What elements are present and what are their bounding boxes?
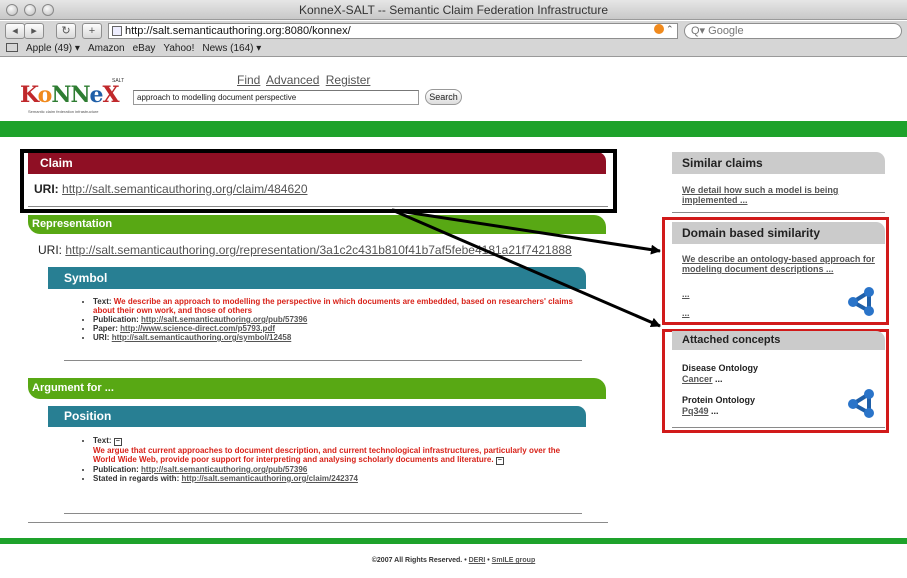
concept-1-name: Disease Ontology — [682, 363, 759, 373]
representation-uri-label: URI: — [38, 243, 62, 257]
footer: ©2007 All Rights Reserved. • DERI • SmIL… — [0, 557, 907, 564]
address-bar[interactable]: http://salt.semanticauthoring.org:8080/k… — [108, 23, 678, 39]
symbol-paper-link[interactable]: http://www.science-direct.com/p5793.pdf — [120, 324, 275, 333]
address-text: http://salt.semanticauthoring.org:8080/k… — [125, 25, 351, 37]
symbol-uri-item: URI: http://salt.semanticauthoring.org/s… — [93, 333, 583, 342]
position-text-item: Text: −We argue that current approaches … — [93, 436, 583, 465]
position-text: We argue that current approaches to docu… — [93, 446, 561, 464]
search-icon: Q▾ — [691, 25, 709, 37]
logo-tagline: Semantic claim federation infrastructure — [28, 109, 99, 114]
bookmark-yahoo[interactable]: Yahoo! — [163, 43, 194, 54]
similar-claim-link[interactable]: We detail how such a model is being impl… — [682, 185, 882, 205]
position-regards-label: Stated in regards with: — [93, 474, 180, 483]
logo-wordmark: KoNNeX — [20, 82, 120, 108]
concept-2-more: ... — [708, 406, 719, 416]
domain-similar-link[interactable]: We describe an ontology-based approach f… — [682, 254, 884, 274]
bookmark-amazon[interactable]: Amazon — [88, 43, 125, 54]
nav-find-link[interactable]: Find — [237, 73, 260, 87]
symbol-publication-label: Publication: — [93, 315, 139, 324]
argument-divider — [28, 522, 608, 523]
bookmark-ebay[interactable]: eBay — [133, 43, 156, 54]
symbol-text-item: Text: We describe an approach to modelli… — [93, 297, 583, 315]
search-button[interactable]: Search — [425, 89, 462, 105]
browser-search-field[interactable]: Q▾ Google — [684, 23, 902, 39]
browser-search-placeholder: Google — [708, 25, 744, 37]
bookmark-apple[interactable]: Apple (49) ▾ — [26, 43, 80, 54]
symbol-uri-label: URI: — [93, 333, 110, 342]
symbol-heading: Symbol — [48, 267, 586, 289]
forward-arrow-icon[interactable]: ▸ — [24, 23, 44, 39]
position-details: Text: −We argue that current approaches … — [93, 436, 583, 483]
symbol-publication-item: Publication: http://salt.semanticauthori… — [93, 315, 583, 324]
top-navigation: Find Advanced Register — [237, 73, 373, 87]
representation-uri-link[interactable]: http://salt.semanticauthoring.org/repres… — [65, 243, 571, 257]
similar-divider — [672, 212, 885, 213]
konnex-logo[interactable]: KoNNeX SALT Semantic claim federation in… — [20, 78, 135, 118]
concept-1-row: Cancer ... — [682, 374, 723, 384]
rss-icon[interactable] — [654, 24, 664, 34]
claim-search-input[interactable]: approach to modelling document perspecti… — [133, 90, 419, 105]
symbol-publication-link[interactable]: http://salt.semanticauthoring.org/pub/57… — [141, 315, 307, 324]
domain-similarity-heading: Domain based similarity — [672, 222, 885, 244]
window-titlebar: KonneX-SALT -- Semantic Claim Federation… — [0, 0, 907, 20]
concept-1-link[interactable]: Cancer — [682, 374, 713, 384]
nav-register-link[interactable]: Register — [326, 73, 371, 87]
molecule-icon — [848, 287, 874, 316]
favicon-icon — [112, 26, 122, 36]
representation-uri-row: URI: http://salt.semanticauthoring.org/r… — [38, 243, 572, 257]
reload-icon[interactable]: ↻ — [56, 23, 76, 39]
collapse-icon[interactable]: − — [113, 438, 122, 446]
molecule-icon — [848, 389, 874, 418]
nav-advanced-link[interactable]: Advanced — [266, 73, 319, 87]
back-arrow-icon[interactable]: ◂ — [5, 23, 25, 39]
similar-claims-heading: Similar claims — [672, 152, 885, 174]
bookmarks-book-icon[interactable] — [6, 43, 18, 52]
domain-more-link-2[interactable]: ... — [682, 308, 690, 318]
dropdown-icon[interactable]: ⌃ — [666, 24, 676, 34]
symbol-text: We describe an approach to modelling the… — [93, 297, 573, 315]
concepts-divider — [672, 427, 885, 428]
position-regards-item: Stated in regards with: http://salt.sema… — [93, 474, 583, 483]
header-band — [0, 121, 907, 137]
symbol-uri-link[interactable]: http://salt.semanticauthoring.org/symbol… — [112, 333, 292, 342]
footer-deri-link[interactable]: DERI — [469, 557, 486, 564]
logo-salt: SALT — [112, 78, 125, 84]
position-publication-label: Publication: — [93, 465, 139, 474]
footer-smile-link[interactable]: SmILE group — [492, 557, 536, 564]
position-regards-link[interactable]: http://salt.semanticauthoring.org/claim/… — [181, 474, 358, 483]
position-publication-item: Publication: http://salt.semanticauthori… — [93, 465, 583, 474]
attached-concepts-heading: Attached concepts — [672, 331, 885, 350]
bookmarks-bar: Apple (49) ▾ Amazon eBay Yahoo! News (164) ▾ — [0, 41, 907, 57]
claim-highlight-frame — [20, 149, 617, 213]
symbol-paper-item: Paper: http://www.science-direct.com/p57… — [93, 324, 583, 333]
position-divider — [64, 513, 582, 514]
position-text-label: Text: — [93, 436, 112, 445]
collapse-text-icon[interactable]: − — [495, 457, 504, 465]
concept-2-link[interactable]: Pq349 — [682, 406, 709, 416]
window-title: KonneX-SALT -- Semantic Claim Federation… — [298, 3, 609, 17]
position-publication-link[interactable]: http://salt.semanticauthoring.org/pub/57… — [141, 465, 307, 474]
domain-more-link-1[interactable]: ... — [682, 289, 690, 299]
bookmark-news[interactable]: News (164) ▾ — [202, 43, 261, 54]
symbol-divider — [64, 360, 582, 361]
symbol-paper-label: Paper: — [93, 324, 118, 333]
representation-heading: Representation — [28, 215, 606, 234]
concept-1-more: ... — [712, 374, 723, 384]
footer-copyright: ©2007 All Rights Reserved. — [371, 557, 463, 564]
browser-toolbar: ◂ ▸ ↻ + http://salt.semanticauthoring.or… — [0, 21, 907, 41]
position-heading: Position — [48, 406, 586, 427]
footer-band — [0, 538, 907, 544]
symbol-details: Text: We describe an approach to modelli… — [93, 297, 583, 342]
concept-2-name: Protein Ontology — [682, 395, 755, 405]
argument-heading: Argument for ... — [28, 378, 606, 399]
add-bookmark-icon[interactable]: + — [82, 23, 102, 39]
symbol-text-label: Text: — [93, 297, 112, 306]
concept-2-row: Pq349 ... — [682, 406, 719, 416]
